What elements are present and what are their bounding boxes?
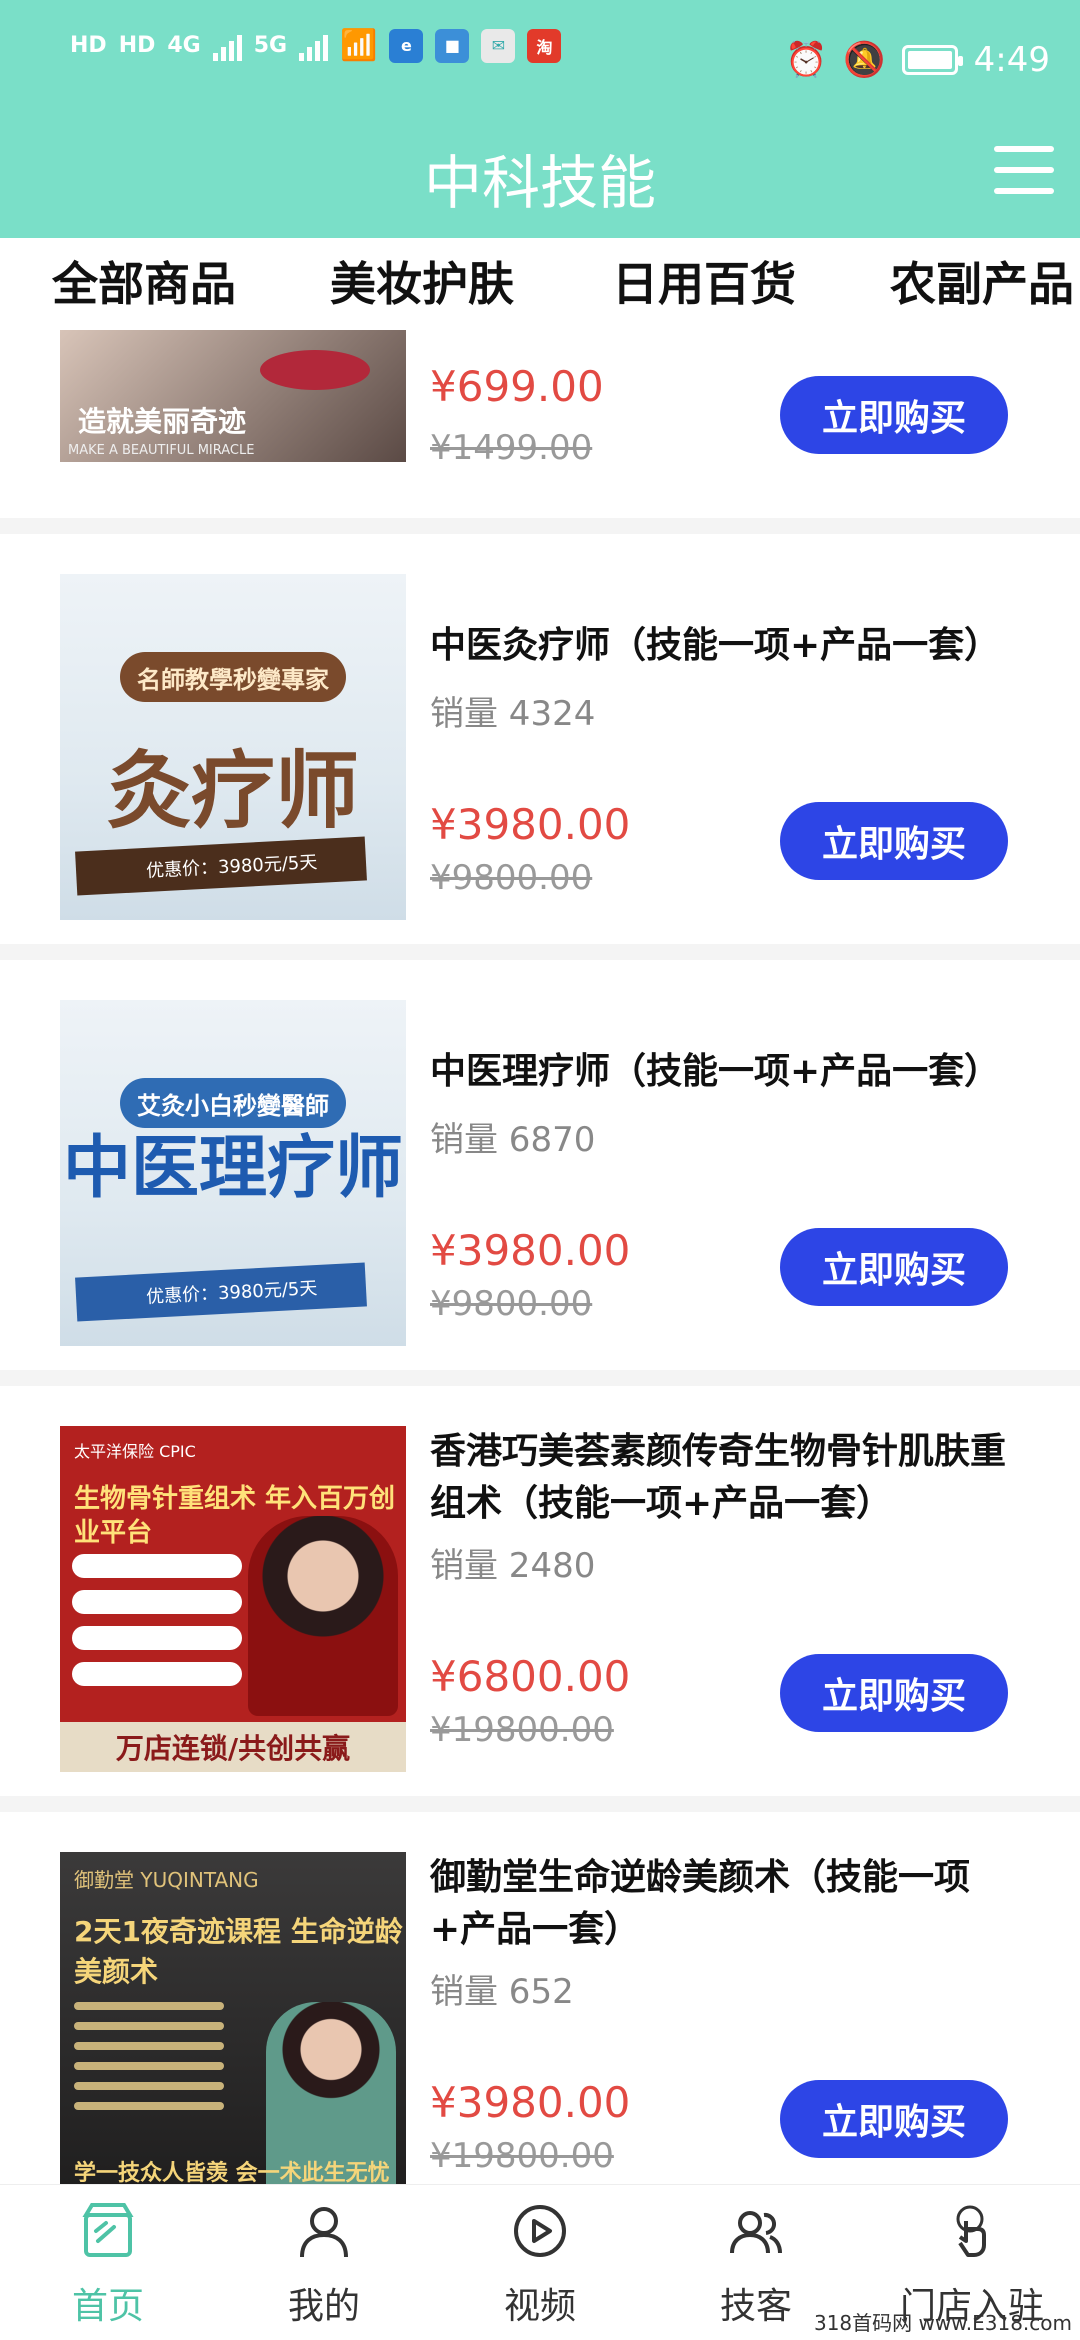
thumb-subcaption: MAKE A BEAUTIFUL MIRACLE (68, 443, 255, 458)
clock: 4:49 (973, 40, 1050, 80)
product-old-price: ¥19800.00 (430, 2136, 614, 2176)
product-sales: 销量 652 (430, 1972, 574, 2012)
thumb-banner: 艾灸小白秒變醫師 (120, 1078, 346, 1128)
thumb-title: 中医理疗师 (62, 1129, 403, 1208)
tab-daily-goods[interactable]: 日用百货 (612, 248, 796, 314)
video-icon (514, 2205, 566, 2257)
user-icon (300, 2207, 348, 2258)
menu-icon[interactable] (994, 146, 1054, 194)
tab-beauty-skincare[interactable]: 美妆护肤 (330, 248, 514, 314)
product-list: 造就美丽奇迹 MAKE A BEAUTIFUL MIRACLE ¥699.00 … (0, 322, 1080, 2184)
status-left: HD HD 4G 5G 📶 e ■ ✉ 淘 (70, 28, 562, 63)
product-card[interactable]: 名師教學秒變專家 灸疗师 优惠价：3980元/5天 中医灸疗师（技能一项+产品一… (0, 534, 1080, 944)
product-name[interactable]: 中医灸疗师（技能一项+产品一套） (430, 620, 1030, 672)
category-tabs: 全部商品 美妆护肤 日用百货 农副产品 (0, 238, 1080, 322)
nav-label: 我的 (287, 2286, 360, 2327)
thumb-strip: 优惠价：3980元/5天 (75, 836, 367, 896)
thumb-caption: 造就美丽奇迹 (78, 405, 247, 438)
thumb-logo: 御勤堂 YUQINTANG (74, 1868, 259, 1892)
store-icon (82, 2203, 134, 2257)
product-card[interactable]: 艾灸小白秒變醫師 中医理疗师 优惠价：3980元/5天 中医理疗师（技能一项+产… (0, 960, 1080, 1370)
product-thumbnail[interactable]: 造就美丽奇迹 MAKE A BEAUTIFUL MIRACLE (60, 330, 406, 462)
thumb-banner: 名師教學秒變專家 (120, 652, 346, 702)
product-sales: 销量 2480 (430, 1546, 596, 1586)
thumb-footer: 学一技众人皆羡 会一术此生无忧 (74, 2161, 390, 2184)
product-price: ¥6800.00 (430, 1652, 631, 1701)
divider (0, 1370, 1080, 1386)
network-5g-label: 5G (253, 33, 288, 58)
product-price: ¥3980.00 (430, 800, 631, 849)
product-sales: 销量 4324 (430, 694, 596, 734)
model-image (266, 2002, 396, 2184)
thumb-list (72, 1554, 242, 1698)
product-old-price: ¥9800.00 (430, 858, 593, 898)
alarm-icon: ⏰ (784, 40, 828, 80)
thumb-logo: 太平洋保险 CPIC (74, 1442, 196, 1461)
product-thumbnail[interactable]: 御勤堂 YUQINTANG 2天1夜奇迹课程 生命逆龄美颜术 学一技众人皆羡 会… (60, 1852, 406, 2184)
thumb-title: 灸疗师 (106, 742, 359, 840)
thumb-footer: 万店连锁/共创共赢 (60, 1722, 406, 1772)
nav-label: 首页 (71, 2286, 144, 2327)
browser-icon: e (389, 28, 424, 63)
hand-tap-icon (956, 2205, 986, 2257)
product-card[interactable]: 御勤堂 YUQINTANG 2天1夜奇迹课程 生命逆龄美颜术 学一技众人皆羡 会… (0, 1812, 1080, 2184)
divider (0, 944, 1080, 960)
product-name[interactable]: 香港巧美荟素颜传奇生物骨针肌肤重组术（技能一项+产品一套） (430, 1426, 1030, 1530)
mute-icon: 🔕 (843, 40, 886, 80)
status-bar: HD HD 4G 5G 📶 e ■ ✉ 淘 ⏰ 🔕 4:49 (0, 0, 1080, 120)
status-right: ⏰ 🔕 4:49 (785, 40, 1050, 80)
product-price: ¥3980.00 (430, 2078, 631, 2127)
buy-now-button[interactable]: 立即购买 (780, 802, 1008, 880)
tab-farm-products[interactable]: 农副产品 (890, 248, 1074, 314)
buy-now-button[interactable]: 立即购买 (780, 2080, 1008, 2158)
product-price: ¥699.00 (430, 362, 604, 411)
thumb-list (74, 2002, 224, 2122)
signal-icon-2 (299, 31, 329, 61)
model-image (248, 1516, 398, 1716)
buy-now-button[interactable]: 立即购买 (780, 1228, 1008, 1306)
buy-now-button[interactable]: 立即购买 (780, 1654, 1008, 1732)
taobao-icon: 淘 (527, 28, 562, 63)
product-name[interactable]: 中医理疗师（技能一项+产品一套） (430, 1046, 1030, 1098)
divider (0, 1796, 1080, 1812)
hd-label-2: HD (118, 33, 156, 58)
watermark: 318首码网 www.E318.com (813, 2311, 1072, 2335)
product-old-price: ¥19800.00 (430, 1710, 614, 1750)
product-sales: 销量 6870 (430, 1120, 596, 1160)
network-4g-label: 4G (167, 33, 201, 58)
product-price: ¥3980.00 (430, 1226, 631, 1275)
tab-all-products[interactable]: 全部商品 (52, 248, 236, 314)
battery-icon (901, 45, 963, 75)
nav-mine[interactable]: 我的 (216, 2185, 432, 2340)
product-card[interactable]: 太平洋保险 CPIC 生物骨针重组术 年入百万创业平台 万店连锁/共创共赢 香港… (0, 1386, 1080, 1796)
lips-image (260, 350, 370, 390)
nav-video[interactable]: 视频 (432, 2185, 648, 2340)
product-thumbnail[interactable]: 名師教學秒變專家 灸疗师 优惠价：3980元/5天 (60, 574, 406, 920)
product-thumbnail[interactable]: 太平洋保险 CPIC 生物骨针重组术 年入百万创业平台 万店连锁/共创共赢 (60, 1426, 406, 1772)
divider (0, 518, 1080, 534)
app-header: 中科技能 (0, 120, 1080, 238)
product-thumbnail[interactable]: 艾灸小白秒變醫師 中医理疗师 优惠价：3980元/5天 (60, 1000, 406, 1346)
product-old-price: ¥9800.00 (430, 1284, 593, 1324)
bottom-nav: 首页 我的 视频 技客 门店入驻 318首码网 www.E318.com (0, 2184, 1080, 2340)
buy-now-button[interactable]: 立即购买 (780, 376, 1008, 454)
nav-home[interactable]: 首页 (0, 2185, 216, 2340)
users-icon (730, 2211, 782, 2254)
page-title: 中科技能 (423, 149, 656, 217)
product-old-price: ¥1499.00 (430, 428, 593, 468)
nav-label: 视频 (503, 2286, 576, 2327)
product-name[interactable]: 御勤堂生命逆龄美颜术（技能一项+产品一套） (430, 1852, 1030, 1956)
thumb-headline: 2天1夜奇迹课程 生命逆龄美颜术 (74, 1915, 403, 1988)
mail-icon: ✉ (481, 28, 516, 63)
hd-label-1: HD (70, 33, 107, 58)
thumb-strip: 优惠价：3980元/5天 (75, 1262, 367, 1322)
app-icon: ■ (435, 28, 470, 63)
wifi-icon: 📶 (340, 28, 378, 63)
signal-icon (212, 31, 242, 61)
